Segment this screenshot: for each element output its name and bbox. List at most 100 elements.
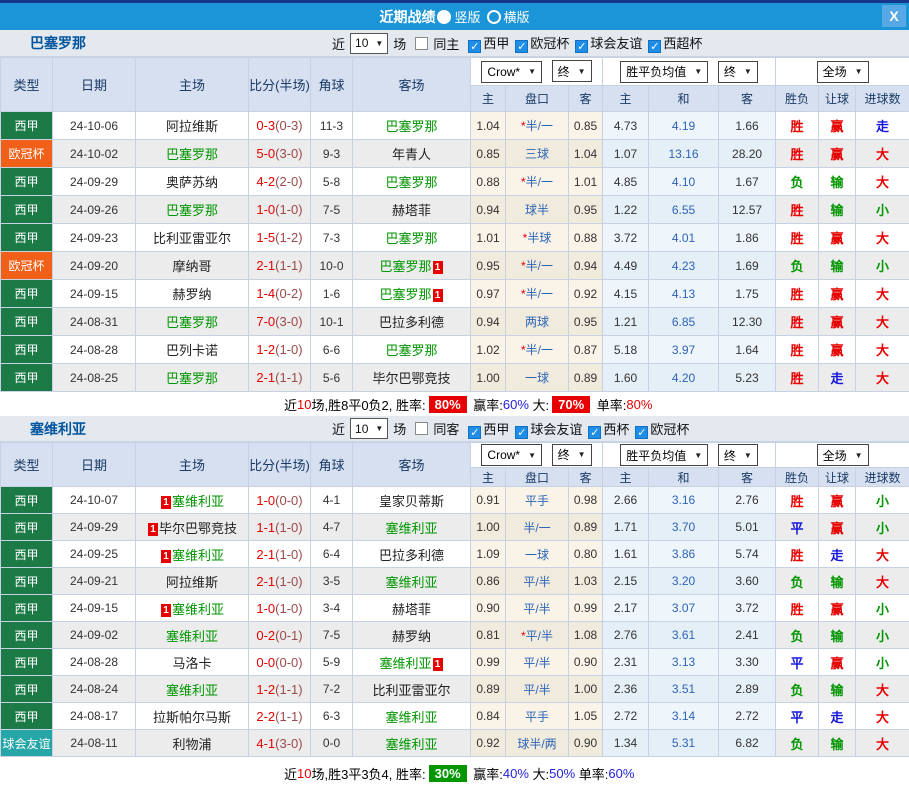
avg-away-odds: 12.30 (719, 308, 776, 336)
goals-outcome: 小 (856, 487, 909, 514)
handicap-outcome: 赢 (819, 308, 856, 336)
away-team: 巴塞罗那 (353, 336, 471, 364)
goals-outcome: 大 (856, 364, 909, 392)
team-name-text: 阿拉维斯 (166, 575, 218, 590)
summary-row: 近10场,胜8平0负2, 胜率:80% 赢率:60% 大:70% 单率:80% (0, 392, 909, 416)
league-filter-checkbox[interactable]: ✓ (515, 40, 528, 53)
handicap-line: 球半/两 (506, 730, 569, 757)
handicap-outcome: 赢 (819, 224, 856, 252)
handicap-line: 半/一 (506, 514, 569, 541)
radio-label[interactable]: 横版 (504, 10, 530, 25)
away-team: 塞维利亚 (353, 514, 471, 541)
result-outcome: 胜 (776, 112, 819, 140)
app-titlebar: 近期战绩 竖版横版 X (0, 3, 909, 30)
handicap-line: 一球 (506, 364, 569, 392)
home-team: 利物浦 (136, 730, 249, 757)
league-filter-checkbox[interactable]: ✓ (468, 40, 481, 53)
result-outcome: 胜 (776, 196, 819, 224)
chevron-down-icon: ▼ (528, 67, 536, 76)
avg-draw-odds: 13.16 (649, 140, 719, 168)
table-row: 西甲 24-10-06 阿拉维斯 0-3(0-3) 11-3 巴塞罗那 1.04… (1, 112, 909, 140)
team-name-text: 赫塔菲 (392, 203, 431, 218)
match-count-select[interactable]: 10▼ (350, 418, 388, 439)
summary-text: 40% (503, 766, 529, 781)
team-name-text: 赫罗纳 (172, 287, 211, 302)
same-venue-checkbox[interactable] (415, 422, 428, 435)
scope-select[interactable]: 全场▼ (817, 61, 869, 83)
team-name-text: 摩纳哥 (172, 259, 211, 274)
radio-横版[interactable] (487, 10, 501, 24)
team-name-text: 塞维利亚 (385, 521, 437, 536)
away-team: 巴拉多利德 (353, 308, 471, 336)
team-name-text: 巴拉多利德 (379, 315, 444, 330)
crow-away-odds: 0.85 (569, 112, 603, 140)
match-count-select[interactable]: 10▼ (350, 33, 388, 54)
league-filter-checkbox[interactable]: ✓ (635, 426, 648, 439)
crow-home-odds: 1.04 (471, 112, 506, 140)
handicap-outcome: 输 (819, 676, 856, 703)
league-badge: 西甲 (1, 649, 53, 676)
result-outcome: 负 (776, 252, 819, 280)
avg-home-odds: 1.34 (603, 730, 649, 757)
avg-draw-odds: 3.16 (649, 487, 719, 514)
corners: 1-6 (311, 280, 353, 308)
crow-odds-select[interactable]: Crow*▼ (481, 444, 542, 466)
handicap-line: *半/一 (506, 168, 569, 196)
home-team: 1塞维利亚 (136, 541, 249, 568)
league-filter-checkbox[interactable]: ✓ (648, 40, 661, 53)
league-filter-checkbox[interactable]: ✓ (588, 426, 601, 439)
result-outcome: 负 (776, 676, 819, 703)
radio-竖版[interactable] (437, 10, 451, 24)
league-badge: 西甲 (1, 308, 53, 336)
odds-time-select[interactable]: 终▼ (552, 60, 592, 82)
home-team: 阿拉维斯 (136, 568, 249, 595)
goals-outcome: 大 (856, 703, 909, 730)
handicap-outcome: 赢 (819, 514, 856, 541)
league-filter-checkbox[interactable]: ✓ (575, 40, 588, 53)
red-card-badge: 1 (433, 261, 443, 274)
radio-label[interactable]: 竖版 (454, 10, 480, 25)
col-away: 客场 (353, 443, 471, 487)
sevilla-rows: 西甲 24-10-07 1塞维利亚 1-0(0-0) 4-1 皇家贝蒂斯 0.9… (1, 487, 909, 757)
rate-badge: 70% (552, 396, 590, 413)
avg-home-odds: 3.72 (603, 224, 649, 252)
odds-time-select[interactable]: 终▼ (552, 444, 592, 466)
avg-time-select[interactable]: 终▼ (718, 444, 758, 466)
crow-away-odds: 0.90 (569, 649, 603, 676)
summary-text: 单率: (593, 395, 626, 414)
red-card-badge: 1 (161, 604, 171, 617)
score: 2-1(1-1) (249, 252, 311, 280)
scope-select[interactable]: 全场▼ (817, 444, 869, 466)
same-venue-label: 同客 (433, 419, 459, 438)
avg-odds-select[interactable]: 胜平负均值▼ (620, 61, 708, 83)
table-row: 西甲 24-09-23 比利亚雷亚尔 1-5(1-2) 7-3 巴塞罗那 1.0… (1, 224, 909, 252)
avg-away-odds: 5.01 (719, 514, 776, 541)
avg-away-odds: 3.72 (719, 595, 776, 622)
same-venue-checkbox[interactable] (415, 37, 428, 50)
match-date: 24-09-15 (53, 595, 136, 622)
col-crow-away: 客 (569, 468, 603, 487)
away-team: 巴塞罗那 (353, 224, 471, 252)
away-team: 塞维利亚 (353, 730, 471, 757)
avg-draw-odds: 3.70 (649, 514, 719, 541)
avg-odds-select[interactable]: 胜平负均值▼ (620, 444, 708, 466)
league-filter-checkbox[interactable]: ✓ (515, 426, 528, 439)
away-team: 年青人 (353, 140, 471, 168)
home-team: 赫罗纳 (136, 280, 249, 308)
avg-away-odds: 6.82 (719, 730, 776, 757)
goals-outcome: 大 (856, 336, 909, 364)
summary-text: 50% (549, 766, 575, 781)
handicap-line: *半/一 (506, 336, 569, 364)
avg-home-odds: 1.60 (603, 364, 649, 392)
avg-time-select[interactable]: 终▼ (718, 61, 758, 83)
crow-odds-select[interactable]: Crow*▼ (481, 61, 542, 83)
result-outcome: 胜 (776, 364, 819, 392)
corners: 7-2 (311, 676, 353, 703)
league-filter-checkbox[interactable]: ✓ (468, 426, 481, 439)
avg-draw-odds: 4.23 (649, 252, 719, 280)
home-team: 巴塞罗那 (136, 140, 249, 168)
league-filter-label: 欧冠杯 (530, 36, 569, 51)
league-filter-label: 西甲 (483, 422, 509, 437)
close-button[interactable]: X (882, 5, 906, 27)
summary-text: 10 (297, 397, 311, 412)
